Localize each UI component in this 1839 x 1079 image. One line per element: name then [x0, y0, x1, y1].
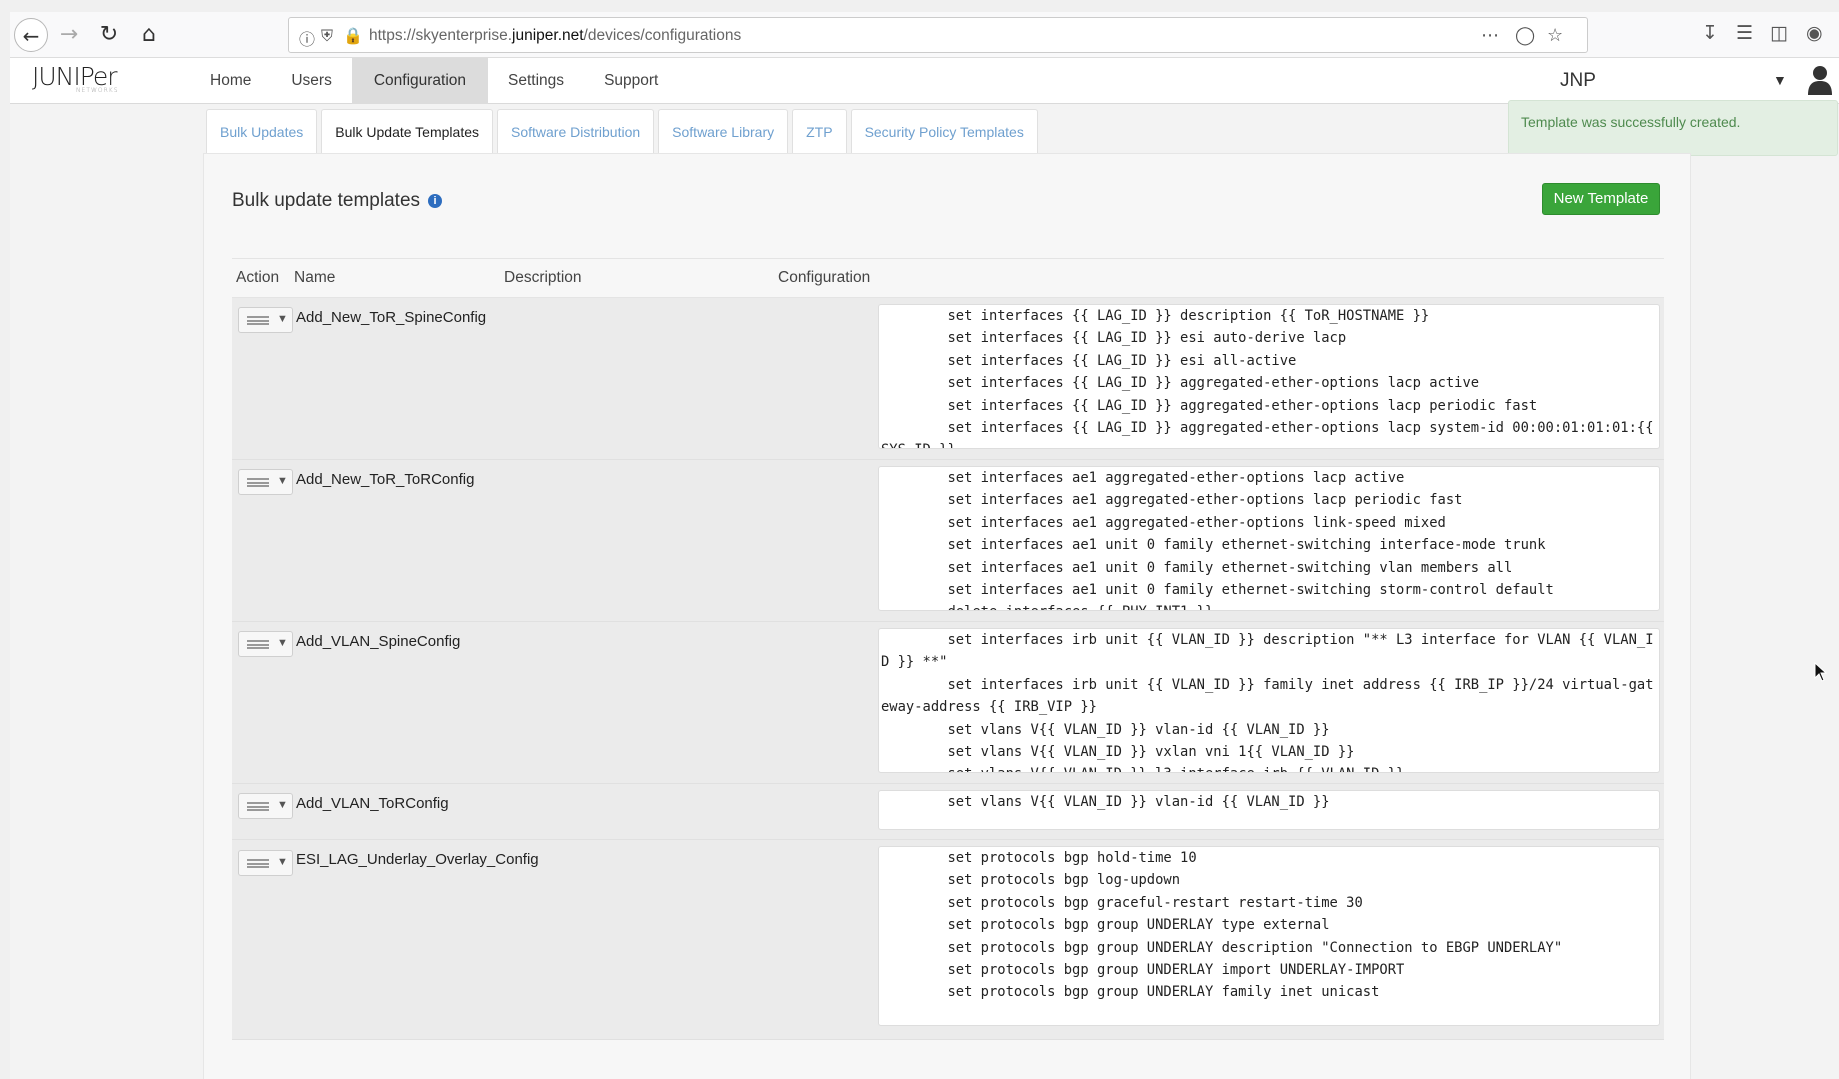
- row-action-menu[interactable]: ▼: [238, 850, 293, 876]
- template-name[interactable]: Add_New_ToR_SpineConfig: [296, 309, 486, 326]
- browser-toolbar: ← → ↻ ⌂ ⓘ ⛨ 🔒 https://skyenterprise.juni…: [10, 12, 1839, 58]
- org-selector[interactable]: JNP: [1560, 70, 1596, 92]
- info-circle-icon[interactable]: ⓘ: [299, 26, 315, 50]
- user-icon[interactable]: [1807, 64, 1833, 101]
- tab-software-library[interactable]: Software Library: [658, 109, 789, 153]
- config-preview[interactable]: set protocols bgp hold-time 10 set proto…: [878, 846, 1660, 1026]
- page-actions-icon[interactable]: ⋯: [1481, 25, 1499, 46]
- page-content: Bulk Updates Bulk Update Templates Softw…: [10, 100, 1839, 1079]
- template-name[interactable]: Add_VLAN_SpineConfig: [296, 633, 460, 650]
- menu-icon: [247, 640, 269, 649]
- reload-icon[interactable]: ↻: [92, 18, 126, 52]
- caret-down-icon: ▼: [277, 475, 288, 487]
- tab-bulk-updates[interactable]: Bulk Updates: [206, 109, 318, 153]
- info-icon[interactable]: i: [428, 194, 443, 208]
- pocket-icon[interactable]: ◯: [1515, 25, 1535, 46]
- row-action-menu[interactable]: ▼: [238, 307, 293, 333]
- success-toast: Template was successfully created.: [1508, 100, 1838, 156]
- app-header: JUNIPer NETWORKS Home Users Configuration…: [10, 58, 1839, 104]
- nav-configuration[interactable]: Configuration: [351, 58, 489, 104]
- nav-home[interactable]: Home: [190, 58, 271, 104]
- config-preview[interactable]: set interfaces ae1 aggregated-ether-opti…: [878, 466, 1660, 611]
- caret-down-icon[interactable]: ▼: [1773, 72, 1787, 88]
- nav-users[interactable]: Users: [271, 58, 351, 104]
- templates-panel: Bulk update templates i New Template Acti…: [203, 153, 1691, 1079]
- juniper-logo[interactable]: JUNIPer NETWORKS: [32, 62, 119, 94]
- tab-software-distribution[interactable]: Software Distribution: [497, 109, 655, 153]
- tab-security-policy-templates[interactable]: Security Policy Templates: [850, 109, 1038, 153]
- caret-down-icon: ▼: [277, 637, 288, 649]
- template-name[interactable]: Add_New_ToR_ToRConfig: [296, 471, 474, 488]
- main-nav: Home Users Configuration Settings Suppor…: [190, 58, 678, 104]
- mouse-cursor-icon: [1814, 661, 1828, 687]
- table-row: ▼ Add_New_ToR_ToRConfig set interfaces a…: [232, 460, 1664, 622]
- sub-tabs: Bulk Updates Bulk Update Templates Softw…: [206, 109, 1042, 153]
- tab-bulk-update-templates[interactable]: Bulk Update Templates: [321, 109, 493, 153]
- menu-icon: [247, 478, 269, 487]
- url-text[interactable]: https://skyenterprise.juniper.net/device…: [369, 27, 741, 45]
- row-action-menu[interactable]: ▼: [238, 793, 293, 819]
- menu-icon: [247, 316, 269, 325]
- table-row: ▼ Add_VLAN_SpineConfig set interfaces ir…: [232, 622, 1664, 784]
- column-description[interactable]: Description: [504, 269, 582, 287]
- shield-icon[interactable]: ⛨: [321, 26, 333, 46]
- config-preview[interactable]: set interfaces {{ LAG_ID }} description …: [878, 304, 1660, 449]
- row-action-menu[interactable]: ▼: [238, 469, 293, 495]
- page-title: Bulk update templates i: [232, 190, 443, 212]
- tab-ztp[interactable]: ZTP: [792, 109, 847, 153]
- back-icon[interactable]: ←: [14, 18, 48, 52]
- library-icon[interactable]: ☰: [1736, 22, 1753, 44]
- account-icon[interactable]: ◉: [1806, 22, 1823, 44]
- config-preview[interactable]: set vlans V{{ VLAN_ID }} vlan-id {{ VLAN…: [878, 790, 1660, 830]
- table-row: ▼ ESI_LAG_Underlay_Overlay_Config set pr…: [232, 840, 1664, 1040]
- column-configuration[interactable]: Configuration: [778, 269, 870, 287]
- table-row: ▼ Add_New_ToR_SpineConfig set interfaces…: [232, 298, 1664, 460]
- table-row: ▼ Add_VLAN_ToRConfig set vlans V{{ VLAN_…: [232, 784, 1664, 840]
- table-header: Action Name Description Configuration: [232, 258, 1664, 298]
- sidebar-icon[interactable]: ◫: [1770, 22, 1788, 44]
- lock-icon[interactable]: 🔒: [343, 26, 363, 45]
- caret-down-icon: ▼: [277, 799, 288, 811]
- forward-icon[interactable]: →: [52, 18, 86, 52]
- caret-down-icon: ▼: [277, 856, 288, 868]
- config-text: set interfaces ae1 aggregated-ether-opti…: [947, 470, 1554, 610]
- column-action: Action: [236, 269, 280, 286]
- nav-support[interactable]: Support: [584, 58, 678, 104]
- row-action-menu[interactable]: ▼: [238, 631, 293, 657]
- caret-down-icon: ▼: [277, 313, 288, 325]
- bookmark-star-icon[interactable]: ☆: [1547, 25, 1563, 46]
- column-name[interactable]: Name: [294, 269, 335, 287]
- address-bar[interactable]: ⓘ ⛨ 🔒 https://skyenterprise.juniper.net/…: [288, 17, 1588, 53]
- config-preview[interactable]: set interfaces irb unit {{ VLAN_ID }} de…: [878, 628, 1660, 773]
- config-text: set interfaces irb unit {{ VLAN_ID }} de…: [881, 632, 1654, 772]
- nav-settings[interactable]: Settings: [488, 58, 584, 104]
- new-template-button[interactable]: New Template: [1542, 183, 1660, 215]
- template-name[interactable]: ESI_LAG_Underlay_Overlay_Config: [296, 851, 539, 868]
- config-text: set vlans V{{ VLAN_ID }} vlan-id {{ VLAN…: [881, 794, 1330, 810]
- template-name[interactable]: Add_VLAN_ToRConfig: [296, 795, 449, 812]
- download-icon[interactable]: ↧: [1702, 22, 1718, 44]
- config-text: set interfaces {{ LAG_ID }} description …: [881, 308, 1654, 448]
- home-icon[interactable]: ⌂: [132, 18, 166, 52]
- config-text: set protocols bgp hold-time 10 set proto…: [947, 850, 1563, 1001]
- menu-icon: [247, 802, 269, 811]
- menu-icon: [247, 859, 269, 868]
